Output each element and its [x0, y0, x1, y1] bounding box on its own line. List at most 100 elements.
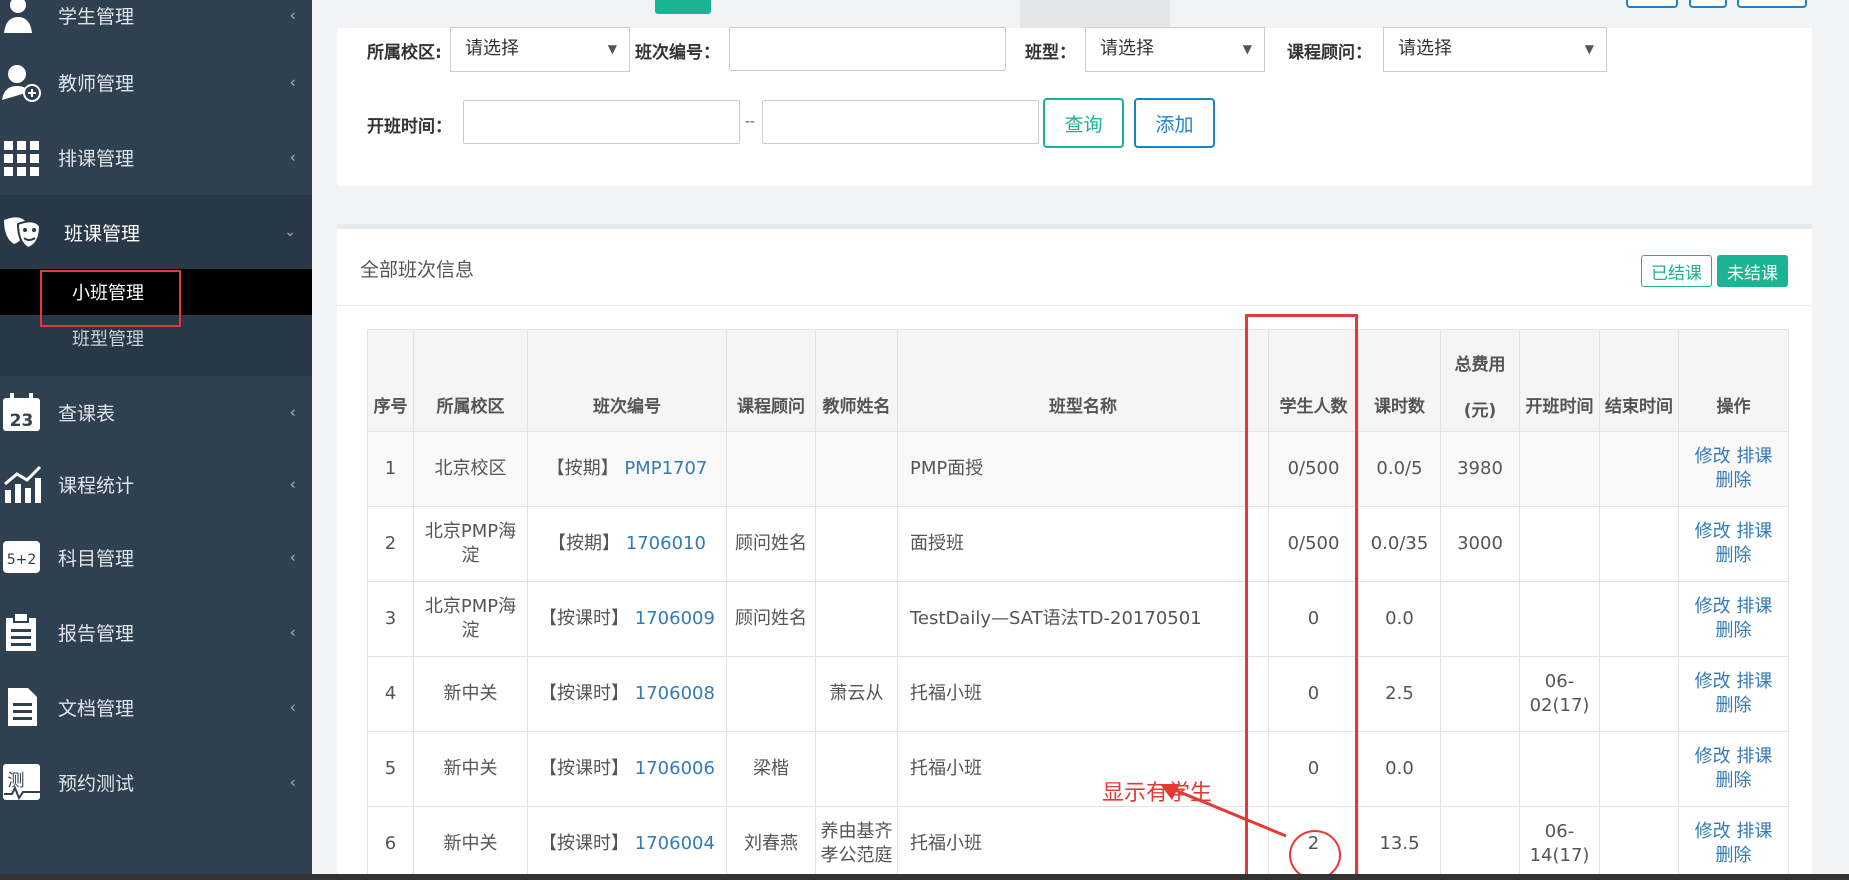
cell-campus: 新中关	[413, 806, 528, 880]
sidebar-item-label: 排课管理	[58, 147, 135, 170]
class-code-link[interactable]: PMP1707	[624, 458, 707, 479]
cell-advisor: 顾问姓名	[726, 581, 816, 657]
cell-end-time	[1599, 581, 1679, 657]
range-separator: --	[745, 114, 756, 130]
class-code-prefix: 【按课时】	[539, 683, 630, 704]
cell-actions: 修改 排课删除	[1678, 656, 1789, 732]
column-header[interactable]: 开班时间	[1519, 329, 1600, 432]
class-code-link[interactable]: 1706004	[635, 833, 715, 854]
add-button[interactable]: 添加	[1134, 98, 1215, 148]
schedule-link[interactable]: 排课	[1736, 596, 1772, 617]
edit-link[interactable]: 修改	[1695, 446, 1731, 467]
sidebar-item-classes[interactable]: 班课管理 ⌄	[0, 195, 312, 269]
delete-link[interactable]: 删除	[1716, 770, 1752, 791]
edit-link[interactable]: 修改	[1695, 821, 1731, 842]
class-list-panel: 全部班次信息 已结课 未结课 序号 所属校区 班次编号 课程顾问 教师姓名 班型…	[337, 224, 1812, 880]
teacher-icon	[0, 60, 44, 104]
top-button-2[interactable]	[1689, 0, 1727, 8]
column-header[interactable]: 序号	[367, 329, 414, 432]
advisor-select[interactable]: 请选择 ▼	[1383, 27, 1607, 72]
cell-teacher	[815, 506, 898, 582]
sidebar-item-reports[interactable]: 报告管理 ‹	[0, 595, 312, 669]
edit-link[interactable]: 修改	[1695, 746, 1731, 767]
campus-select-value: 请选择	[465, 38, 519, 59]
schedule-link[interactable]: 排课	[1736, 671, 1772, 692]
column-header[interactable]: 结束时间	[1599, 329, 1679, 432]
edit-link[interactable]: 修改	[1695, 671, 1731, 692]
delete-link[interactable]: 删除	[1716, 845, 1752, 866]
delete-link[interactable]: 删除	[1716, 470, 1752, 491]
test-icon: 测	[0, 760, 44, 804]
bottom-scrollbar[interactable]	[0, 874, 1849, 880]
cell-teacher	[815, 431, 898, 507]
edit-link[interactable]: 修改	[1695, 521, 1731, 542]
schedule-link[interactable]: 排课	[1736, 446, 1772, 467]
cell-teacher: 养由基齐孝公范庭	[815, 806, 898, 880]
column-header[interactable]: 班次编号	[527, 329, 727, 432]
column-header[interactable]: 总费用 (元)	[1440, 329, 1520, 432]
fee-header-line2: (元)	[1463, 401, 1497, 421]
sidebar-item-teachers[interactable]: 教师管理 ‹	[0, 45, 312, 119]
cell-advisor: 顾问姓名	[726, 506, 816, 582]
sidebar-item-appointment-test[interactable]: 测 预约测试 ‹	[0, 745, 312, 819]
schedule-link[interactable]: 排课	[1736, 821, 1772, 842]
cell-index: 1	[367, 431, 414, 507]
query-button[interactable]: 查询	[1043, 98, 1124, 148]
cell-campus: 北京PMP海淀	[413, 581, 528, 657]
edit-link[interactable]: 修改	[1695, 596, 1731, 617]
table-row: 2 北京PMP海淀 【按期】 1706010 顾问姓名 面授班 0/500 0.0/35 30…	[367, 506, 1789, 582]
column-header[interactable]: 教师姓名	[815, 329, 898, 432]
cell-index: 6	[367, 806, 414, 880]
cell-end-time	[1599, 731, 1679, 807]
delete-link[interactable]: 删除	[1716, 620, 1752, 641]
cell-class-type: 面授班	[897, 506, 1269, 582]
delete-link[interactable]: 删除	[1716, 695, 1752, 716]
start-time-from-input[interactable]	[463, 100, 740, 144]
sidebar-item-subjects[interactable]: 5+2 科目管理 ‹	[0, 520, 312, 594]
students-icon	[0, 0, 44, 37]
class-no-input[interactable]	[729, 27, 1006, 71]
cell-campus: 北京PMP海淀	[413, 506, 528, 582]
top-button-3[interactable]	[1737, 0, 1807, 8]
top-tab-active[interactable]	[1020, 0, 1170, 28]
sidebar-item-timetable[interactable]: 23 查课表 ‹	[0, 375, 312, 449]
schedule-link[interactable]: 排课	[1736, 521, 1772, 542]
unfinished-filter-tag[interactable]: 未结课	[1717, 255, 1788, 287]
sidebar-item-scheduling[interactable]: 排课管理 ‹	[0, 120, 312, 194]
top-green-button[interactable]	[655, 0, 711, 14]
column-header[interactable]: 所属校区	[413, 329, 528, 432]
sidebar-item-documents[interactable]: 文档管理 ‹	[0, 670, 312, 744]
cell-class-code: 【按课时】 1706006	[527, 731, 727, 807]
start-time-filter-label: 开班时间：	[367, 117, 452, 137]
column-header[interactable]: 课时数	[1358, 329, 1441, 432]
class-code-link[interactable]: 1706010	[626, 533, 706, 554]
class-code-link[interactable]: 1706008	[635, 683, 715, 704]
class-code-link[interactable]: 1706006	[635, 758, 715, 779]
sidebar-item-label: 学生管理	[58, 5, 135, 28]
schedule-link[interactable]: 排课	[1736, 746, 1772, 767]
cell-class-code: 【按课时】 1706004	[527, 806, 727, 880]
column-header[interactable]: 课程顾问	[726, 329, 816, 432]
advisor-filter-label: 课程顾问：	[1287, 43, 1372, 63]
delete-link[interactable]: 删除	[1716, 545, 1752, 566]
sidebar-item-label: 班课管理	[64, 222, 141, 245]
finished-filter-tag[interactable]: 已结课	[1641, 255, 1712, 287]
start-time-to-input[interactable]	[762, 100, 1039, 144]
sidebar-item-label: 预约测试	[58, 772, 135, 795]
chevron-left-icon: ‹	[289, 772, 296, 792]
campus-select[interactable]: 请选择 ▼	[450, 27, 630, 72]
class-type-select[interactable]: 请选择 ▼	[1085, 27, 1265, 72]
class-code-link[interactable]: 1706009	[635, 608, 715, 629]
chevron-left-icon: ‹	[289, 547, 296, 567]
filter-panel: 所属校区: 请选择 ▼ 班次编号： 班型： 请选择 ▼ 课程顾问： 请选择 ▼ …	[337, 27, 1812, 186]
chevron-left-icon: ‹	[289, 697, 296, 717]
sidebar-item-statistics[interactable]: 课程统计 ‹	[0, 447, 312, 521]
cell-end-time	[1599, 656, 1679, 732]
chevron-left-icon: ‹	[289, 474, 296, 494]
clipboard-icon	[0, 610, 44, 654]
column-header[interactable]: 班型名称	[897, 329, 1269, 432]
class-type-filter-label: 班型：	[1025, 43, 1076, 63]
top-button-1[interactable]	[1626, 0, 1678, 8]
document-icon	[0, 685, 44, 729]
sidebar-item-label: 教师管理	[58, 72, 135, 95]
